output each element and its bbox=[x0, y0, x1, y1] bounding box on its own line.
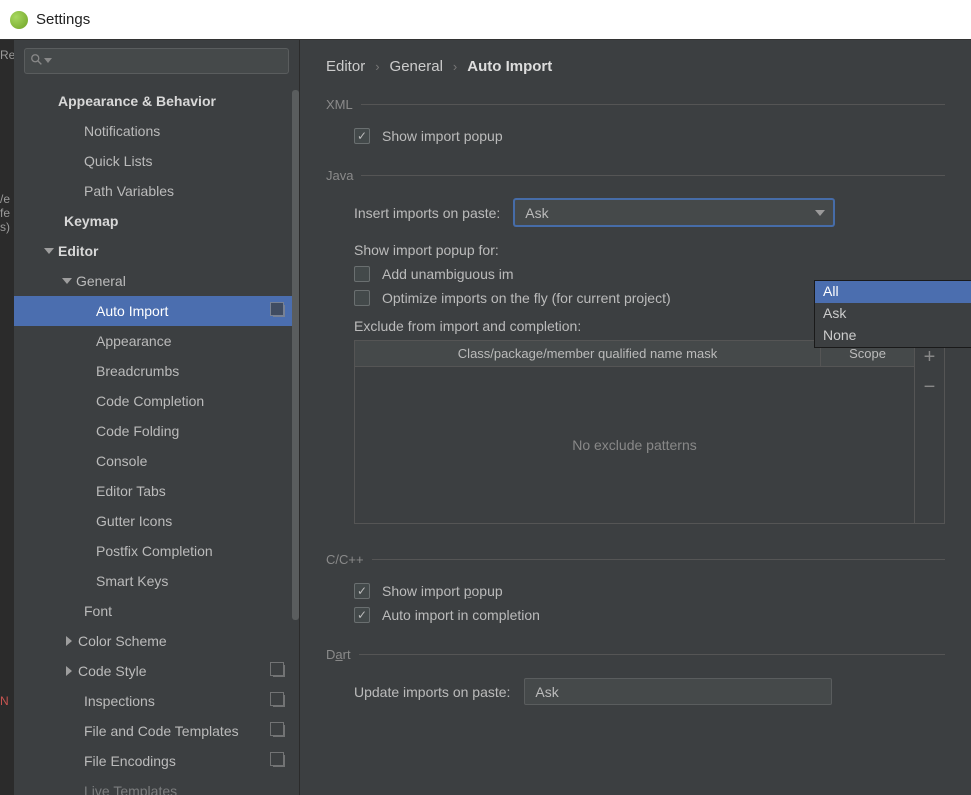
expand-icon[interactable] bbox=[44, 248, 54, 254]
insert-imports-dropdown[interactable]: All Ask None bbox=[814, 280, 971, 348]
sidebar: Appearance & Behavior Notifications Quic… bbox=[14, 40, 300, 795]
crumb-auto-import: Auto Import bbox=[467, 58, 552, 75]
tree-notifications[interactable]: Notifications bbox=[14, 116, 299, 146]
tree-file-code-templates[interactable]: File and Code Templates bbox=[14, 716, 299, 746]
tree-appearance-behavior[interactable]: Appearance & Behavior bbox=[14, 86, 299, 116]
dart-update-imports-label: Update imports on paste: bbox=[354, 684, 510, 700]
col-mask[interactable]: Class/package/member qualified name mask bbox=[355, 341, 821, 366]
java-insert-imports-label: Insert imports on paste: bbox=[354, 205, 500, 221]
tree-general[interactable]: General bbox=[14, 266, 299, 296]
expand-icon[interactable] bbox=[62, 278, 72, 284]
tree-keymap[interactable]: Keymap bbox=[14, 206, 299, 236]
search-input[interactable] bbox=[24, 48, 289, 74]
tree-breadcrumbs[interactable]: Breadcrumbs bbox=[14, 356, 299, 386]
ccpp-auto-import-checkbox[interactable] bbox=[354, 607, 370, 623]
tree-code-style[interactable]: Code Style bbox=[14, 656, 299, 686]
tree-path-variables[interactable]: Path Variables bbox=[14, 176, 299, 206]
tree-color-scheme[interactable]: Color Scheme bbox=[14, 626, 299, 656]
tree-editor[interactable]: Editor bbox=[14, 236, 299, 266]
tree-live-templates[interactable]: Live Templates bbox=[14, 776, 299, 795]
crumb-editor[interactable]: Editor bbox=[326, 58, 365, 75]
java-add-unambiguous-checkbox[interactable] bbox=[354, 266, 370, 282]
java-add-unambiguous-label: Add unambiguous im bbox=[382, 266, 514, 282]
tree-file-encodings[interactable]: File Encodings bbox=[14, 746, 299, 776]
java-optimize-fly-label: Optimize imports on the fly (for current… bbox=[382, 290, 671, 306]
add-button[interactable]: + bbox=[924, 347, 936, 367]
dropdown-option-ask[interactable]: Ask bbox=[815, 303, 971, 325]
copy-icon bbox=[273, 754, 287, 768]
scrollbar-thumb[interactable] bbox=[292, 90, 299, 620]
tree-inspections[interactable]: Inspections bbox=[14, 686, 299, 716]
chevron-right-icon: › bbox=[453, 59, 457, 74]
main-panel: Editor › General › Auto Import XML Show … bbox=[300, 40, 971, 795]
java-insert-imports-select[interactable]: Ask bbox=[514, 199, 834, 226]
section-xml: XML bbox=[326, 97, 353, 112]
copy-icon bbox=[273, 664, 287, 678]
crumb-general[interactable]: General bbox=[390, 58, 443, 75]
ccpp-show-import-popup-checkbox[interactable] bbox=[354, 583, 370, 599]
section-java: Java bbox=[326, 168, 353, 183]
dropdown-option-all[interactable]: All bbox=[815, 281, 971, 303]
tree-appearance[interactable]: Appearance bbox=[14, 326, 299, 356]
remove-button[interactable]: − bbox=[924, 377, 936, 397]
breadcrumb: Editor › General › Auto Import bbox=[326, 58, 945, 75]
expand-icon[interactable] bbox=[66, 636, 72, 646]
java-show-import-popup-for-label: Show import popup for: bbox=[354, 242, 499, 258]
window-title: Settings bbox=[36, 11, 90, 28]
search-icon bbox=[30, 53, 44, 67]
exclude-empty: No exclude patterns bbox=[355, 367, 914, 523]
tree-auto-import[interactable]: Auto Import bbox=[14, 296, 299, 326]
chevron-right-icon: › bbox=[375, 59, 379, 74]
titlebar: Settings bbox=[0, 0, 971, 40]
tree-quick-lists[interactable]: Quick Lists bbox=[14, 146, 299, 176]
tree-font[interactable]: Font bbox=[14, 596, 299, 626]
tree-code-completion[interactable]: Code Completion bbox=[14, 386, 299, 416]
tree-editor-tabs[interactable]: Editor Tabs bbox=[14, 476, 299, 506]
left-gutter: Re /e fe s) N bbox=[0, 40, 14, 795]
tree-smart-keys[interactable]: Smart Keys bbox=[14, 566, 299, 596]
chevron-down-icon bbox=[815, 210, 825, 216]
app-icon bbox=[10, 11, 28, 29]
tree-console[interactable]: Console bbox=[14, 446, 299, 476]
section-ccpp: C/C++ bbox=[326, 552, 364, 567]
expand-icon[interactable] bbox=[66, 666, 72, 676]
ccpp-auto-import-label: Auto import in completion bbox=[382, 607, 540, 623]
search-box[interactable] bbox=[24, 48, 289, 74]
tree-gutter-icons[interactable]: Gutter Icons bbox=[14, 506, 299, 536]
exclude-table: Class/package/member qualified name mask… bbox=[354, 340, 945, 524]
copy-icon bbox=[273, 724, 287, 738]
search-dropdown-icon[interactable] bbox=[44, 58, 52, 63]
section-dart: Dart bbox=[326, 647, 351, 662]
dropdown-option-none[interactable]: None bbox=[815, 325, 971, 347]
copy-icon bbox=[273, 694, 287, 708]
xml-show-import-popup-checkbox[interactable] bbox=[354, 128, 370, 144]
tree-code-folding[interactable]: Code Folding bbox=[14, 416, 299, 446]
ccpp-show-import-popup-label: Show import popup bbox=[382, 583, 503, 599]
tree-postfix-completion[interactable]: Postfix Completion bbox=[14, 536, 299, 566]
java-optimize-fly-checkbox[interactable] bbox=[354, 290, 370, 306]
dart-update-imports-select[interactable]: Ask bbox=[524, 678, 832, 705]
xml-show-import-popup-label: Show import popup bbox=[382, 128, 503, 144]
settings-tree[interactable]: Appearance & Behavior Notifications Quic… bbox=[14, 82, 299, 795]
copy-icon bbox=[273, 304, 287, 318]
